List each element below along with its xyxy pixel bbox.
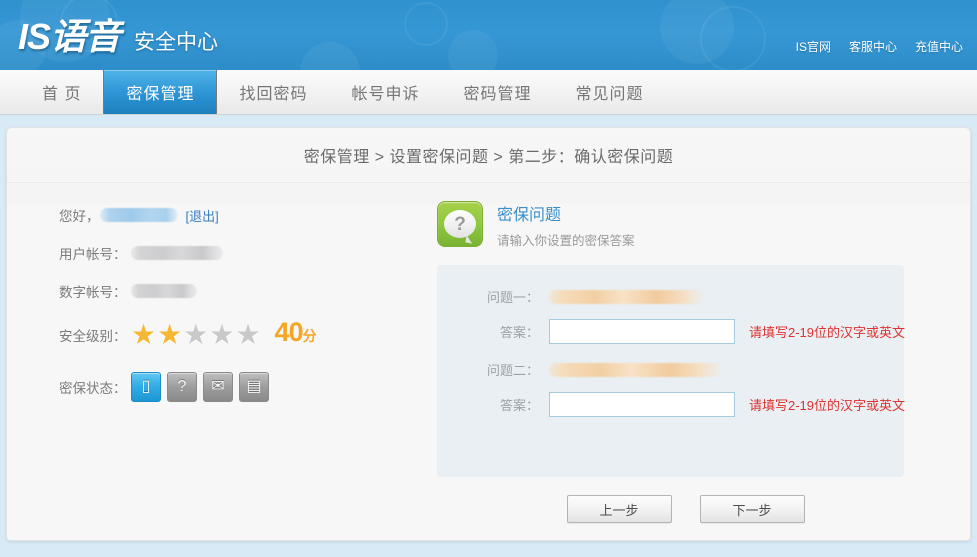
- answer-two-row: 答案： 请填写2-19位的汉字或英文: [457, 392, 905, 417]
- star-icon: ★: [235, 318, 261, 350]
- security-score-unit: 分: [302, 328, 317, 344]
- star-icon: ★: [209, 318, 235, 350]
- panel-title: 密保问题: [497, 207, 562, 224]
- masked-question-two: [549, 362, 721, 377]
- mail-envelope-icon[interactable]: ✉: [203, 372, 233, 402]
- security-score: 40分: [274, 317, 317, 350]
- answer-form: 问题一： 答案： 请填写2-19位的汉字或英文 问题二： 答案： 请填写2-19…: [437, 265, 905, 477]
- decorative-circle: [300, 42, 360, 70]
- nav-item-home[interactable]: 首 页: [20, 70, 103, 114]
- nav-item-faq[interactable]: 常见问题: [554, 70, 666, 114]
- question-mark-icon: ?: [437, 201, 483, 247]
- security-level-label: 安全级别：: [59, 328, 127, 344]
- masked-nickname: [99, 208, 178, 222]
- decorative-circle: [700, 6, 766, 70]
- previous-step-button[interactable]: 上一步: [566, 495, 672, 523]
- protect-status-row: 密保状态： ▯ ? ✉ ▤: [59, 372, 427, 402]
- logout-link[interactable]: [退出]: [186, 206, 219, 225]
- question-bubble-shape: ?: [444, 210, 476, 238]
- question-bubble-glyph: ?: [177, 378, 187, 395]
- nav-item-account-appeal[interactable]: 帐号申诉: [329, 70, 441, 114]
- security-level-stars: ★ ★ ★ ★ ★: [131, 318, 261, 350]
- account-summary-panel: 您好， [退出] 用户帐号： 数字帐号： 安全级别： ★ ★ ★ ★ ★ 40分…: [7, 183, 427, 523]
- star-icon: ★: [157, 318, 183, 350]
- brand-logo-text: IS语音: [18, 16, 121, 57]
- masked-user-account: [131, 246, 223, 260]
- user-account-label: 用户帐号：: [59, 247, 127, 262]
- numeric-account-label: 数字帐号：: [59, 285, 127, 300]
- next-step-button[interactable]: 下一步: [699, 495, 805, 523]
- masked-question-one: [549, 289, 703, 304]
- answer-two-hint: 请填写2-19位的汉字或英文: [749, 398, 906, 413]
- page-body: 密保管理 > 设置密保问题 > 第二步：确认密保问题 您好， [退出] 用户帐号…: [0, 115, 977, 557]
- numeric-account-row: 数字帐号：: [59, 281, 427, 301]
- content-card: 密保管理 > 设置密保问题 > 第二步：确认密保问题 您好， [退出] 用户帐号…: [6, 127, 971, 541]
- id-card-glyph: ▤: [246, 378, 262, 395]
- greeting-label: 您好，: [59, 209, 100, 224]
- answer-one-label: 答案：: [499, 325, 539, 340]
- top-link-customer-service[interactable]: 客服中心: [849, 38, 897, 55]
- mail-envelope-glyph: ✉: [211, 378, 225, 395]
- mobile-phone-icon[interactable]: ▯: [131, 372, 161, 402]
- answer-two-input[interactable]: [549, 392, 735, 417]
- question-two-label: 问题二：: [486, 363, 539, 378]
- security-question-panel: ? 密保问题 请输入你设置的密保答案 问题一： 答案： 请填写2-19位的汉字或…: [427, 183, 932, 523]
- mobile-phone-glyph: ▯: [141, 378, 151, 395]
- top-link-recharge-center[interactable]: 充值中心: [915, 38, 963, 55]
- question-bubble-icon[interactable]: ?: [167, 372, 197, 402]
- question-two-row: 问题二：: [457, 360, 884, 379]
- security-level-row: 安全级别： ★ ★ ★ ★ ★ 40分: [59, 319, 427, 350]
- answer-one-row: 答案： 请填写2-19位的汉字或英文: [457, 319, 905, 344]
- answer-two-label: 答案：: [499, 398, 539, 413]
- decorative-circle: [448, 30, 498, 70]
- main-navigation: 首 页 密保管理 找回密码 帐号申诉 密码管理 常见问题: [0, 70, 977, 115]
- nav-item-retrieve-password[interactable]: 找回密码: [217, 70, 329, 114]
- form-actions: 上一步 下一步: [437, 495, 904, 523]
- decorative-circle: [404, 2, 448, 46]
- content-columns: 您好， [退出] 用户帐号： 数字帐号： 安全级别： ★ ★ ★ ★ ★ 40分…: [7, 183, 970, 523]
- top-links: IS官网 客服中心 充值中心: [796, 38, 963, 55]
- masked-numeric-account: [131, 284, 197, 298]
- answer-one-input[interactable]: [549, 319, 735, 344]
- panel-header: ? 密保问题 请输入你设置的密保答案: [437, 201, 904, 249]
- protect-status-label: 密保状态：: [59, 381, 127, 396]
- question-mark-glyph: ?: [454, 213, 466, 235]
- star-icon: ★: [183, 318, 209, 350]
- panel-header-text: 密保问题 请输入你设置的密保答案: [497, 201, 635, 249]
- id-card-icon[interactable]: ▤: [239, 372, 269, 402]
- security-score-value: 40: [274, 317, 304, 347]
- brand-logo-group[interactable]: IS语音 安全中心: [18, 8, 218, 60]
- greeting-row: 您好， [退出]: [59, 205, 427, 225]
- nav-item-password-management[interactable]: 密码管理: [442, 70, 554, 114]
- question-one-row: 问题一：: [457, 287, 884, 306]
- breadcrumb: 密保管理 > 设置密保问题 > 第二步：确认密保问题: [7, 128, 970, 183]
- protect-status-badges: ▯ ? ✉ ▤: [131, 372, 269, 402]
- question-one-label: 问题一：: [486, 290, 539, 305]
- top-link-official-site[interactable]: IS官网: [796, 38, 831, 55]
- user-account-row: 用户帐号：: [59, 243, 427, 263]
- site-header: IS语音 安全中心 IS官网 客服中心 充值中心: [0, 0, 977, 70]
- brand-subtitle: 安全中心: [134, 31, 219, 54]
- star-icon: ★: [131, 318, 157, 350]
- answer-one-hint: 请填写2-19位的汉字或英文: [749, 325, 906, 340]
- nav-item-security-management[interactable]: 密保管理: [103, 70, 218, 114]
- panel-subtitle: 请输入你设置的密保答案: [497, 234, 635, 248]
